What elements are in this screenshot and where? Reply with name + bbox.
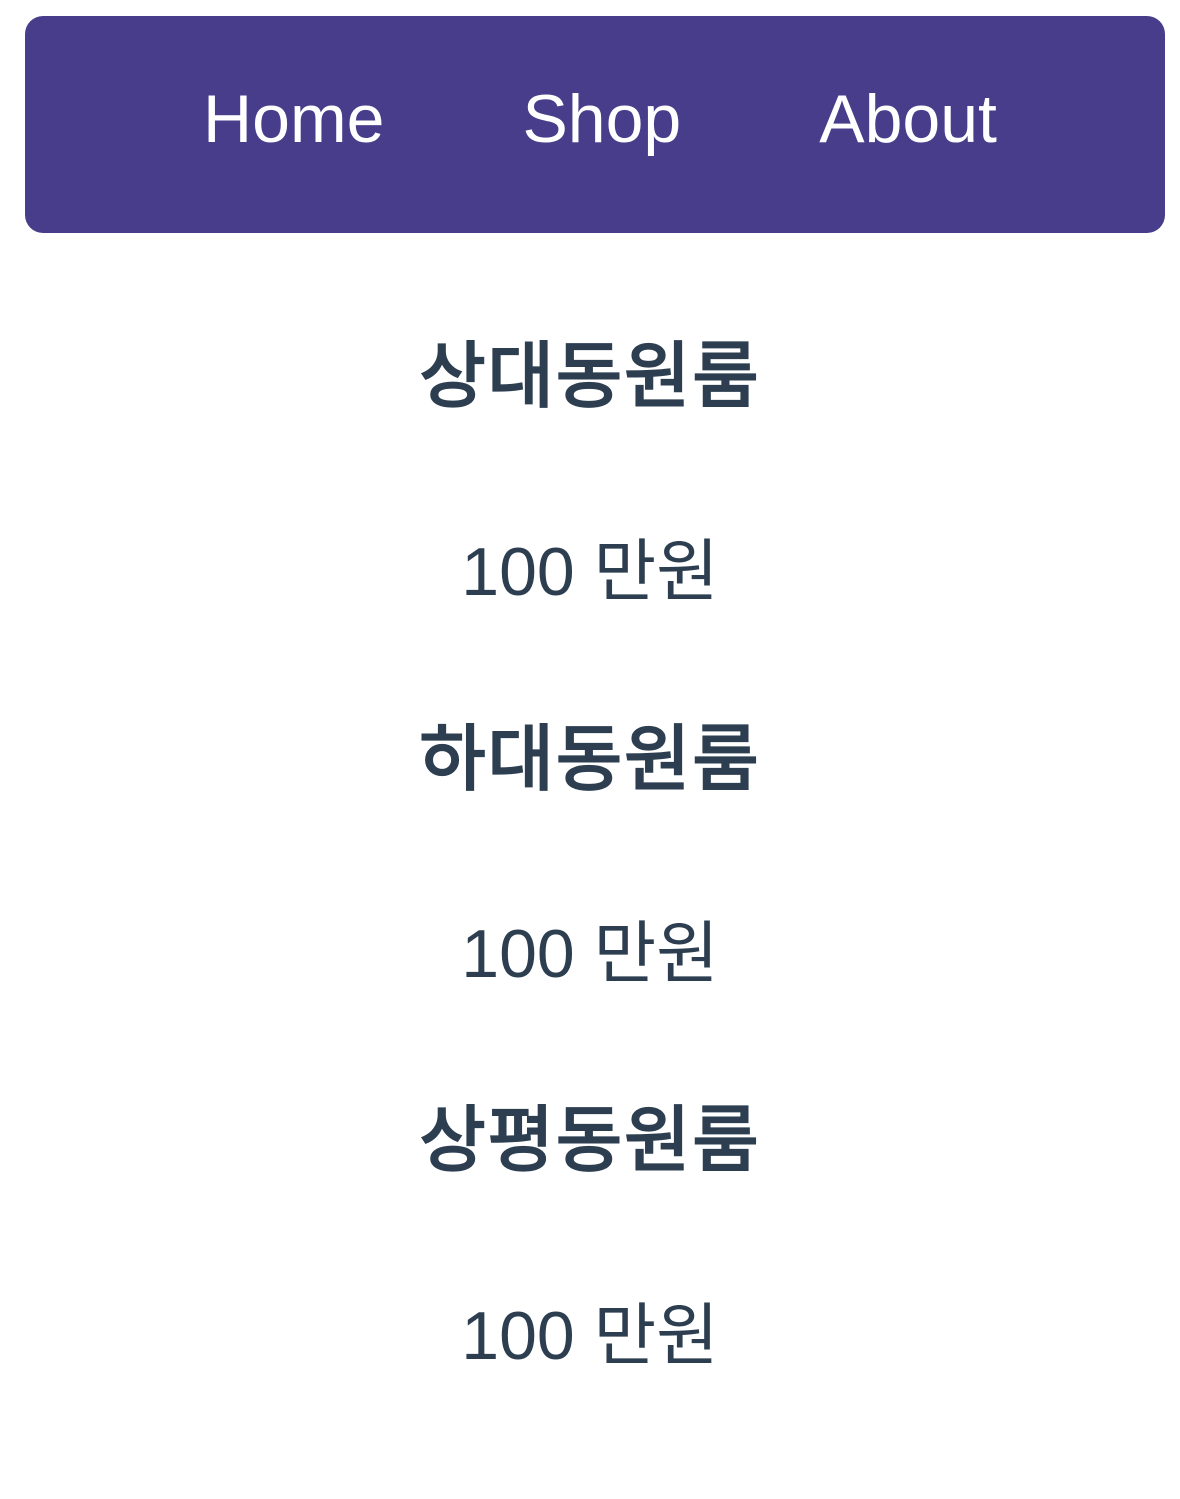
listing-title: 하대동원룸 xyxy=(419,717,761,801)
top-navigation-bar: Home Shop About xyxy=(25,16,1165,233)
nav-link-about[interactable]: About xyxy=(819,85,997,153)
listing-price: 100 만원 xyxy=(461,534,719,610)
listing-price: 100 만원 xyxy=(461,1298,719,1374)
listing-title: 상대동원룸 xyxy=(419,334,761,418)
nav-link-home[interactable]: Home xyxy=(203,85,384,153)
nav-link-shop[interactable]: Shop xyxy=(522,85,681,153)
listing-price: 100 만원 xyxy=(461,916,719,992)
listing-title: 상평동원룸 xyxy=(419,1098,761,1182)
